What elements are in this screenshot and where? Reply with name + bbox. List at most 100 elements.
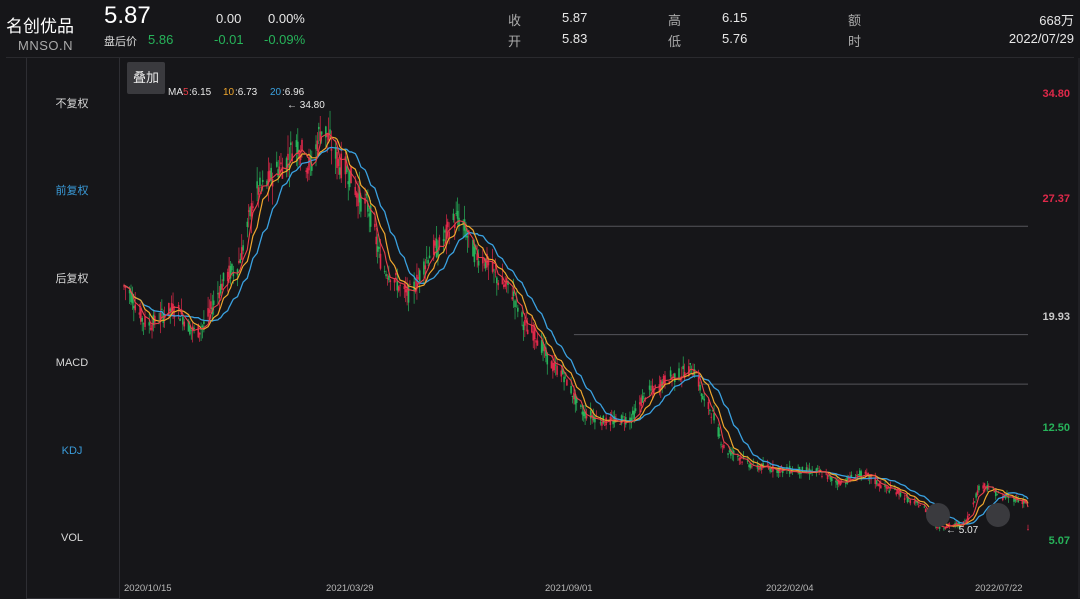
candle-body (811, 469, 813, 471)
candle-body (305, 170, 308, 172)
candle-body (1022, 501, 1025, 504)
candle-body (212, 300, 215, 306)
overlay-button[interactable]: 叠加 (127, 62, 165, 94)
candle-body (589, 410, 592, 419)
candle-body (720, 444, 722, 446)
candle-body (182, 317, 184, 325)
candle-body (473, 246, 476, 263)
candle-body (385, 274, 387, 277)
candle-body (531, 325, 533, 333)
candle-body (573, 392, 575, 400)
candle-body (423, 261, 425, 275)
candle-body (329, 129, 331, 134)
candle-body (955, 522, 958, 524)
candle-body (877, 484, 879, 487)
candle-body (532, 331, 535, 341)
candle-body (389, 280, 392, 283)
candle-body (801, 466, 804, 473)
candle-body (428, 255, 431, 259)
candle-body (702, 396, 704, 400)
candle-body (571, 395, 574, 398)
candle-body (247, 210, 250, 212)
candle-body (138, 312, 141, 315)
candle-body (142, 323, 145, 325)
candle-body (239, 259, 242, 263)
candle-body (306, 168, 309, 174)
candle-body (566, 379, 568, 386)
candle-body (315, 144, 317, 150)
candle-body (634, 408, 637, 412)
candle-body (669, 370, 672, 377)
candle-body (325, 126, 327, 138)
candle-body (496, 277, 498, 284)
candle-body (193, 327, 195, 330)
candle-body (316, 140, 319, 151)
y-label-19-93: 19.93 (1042, 311, 1070, 323)
candle-body (919, 504, 921, 506)
candle-body (641, 395, 644, 403)
candle-body (378, 247, 380, 249)
candle-body (261, 179, 264, 182)
candle-body (483, 264, 485, 266)
candle-body (703, 398, 706, 401)
candle-body (689, 362, 692, 365)
candle-body (134, 304, 137, 311)
candle-body (240, 247, 243, 260)
candle-body (242, 245, 244, 251)
candle-body (825, 473, 827, 475)
candle-body (964, 520, 966, 522)
candle-body (738, 458, 741, 461)
candle-body (563, 376, 565, 383)
candle-body (552, 362, 554, 372)
candle-body (723, 444, 725, 448)
candle-body (434, 241, 436, 246)
candle-body (713, 413, 715, 421)
candle-body (198, 332, 201, 335)
candle-body (982, 485, 984, 489)
ma10-key: 10 (223, 87, 235, 98)
candle-body (493, 269, 495, 271)
candle-body (709, 409, 711, 411)
candle-body (417, 277, 420, 279)
candle-body (943, 528, 945, 530)
candle-body (179, 318, 181, 321)
candle-body (599, 422, 602, 424)
candle-body (318, 126, 320, 130)
candle-body (368, 213, 371, 217)
max-price-marker: ← 34.80 (287, 100, 325, 111)
crosshair-handle-right[interactable] (986, 503, 1010, 527)
candle-body (161, 308, 163, 310)
y-label-5-07: 5.07 (1048, 535, 1070, 547)
candle-body (504, 283, 507, 287)
candle-body (923, 506, 926, 508)
candle-body (829, 476, 832, 480)
candle-body (917, 506, 920, 508)
min-price-marker: ← 5.07 (946, 525, 979, 536)
candle-body (203, 321, 205, 324)
candle-body (710, 416, 713, 418)
candle-body (651, 385, 654, 391)
candle-body (749, 464, 752, 468)
candle-body (521, 312, 523, 317)
candle-body (219, 284, 222, 294)
candle-body (424, 265, 427, 270)
max-price-value: 34.80 (299, 100, 325, 111)
candle-body (864, 471, 867, 474)
candle-body (619, 424, 621, 425)
candle-body (654, 385, 656, 387)
candle-body (983, 483, 986, 488)
crosshair-handle-left[interactable] (926, 503, 950, 527)
candle-body (456, 210, 459, 219)
candle-body (374, 223, 376, 228)
candle-body (348, 171, 351, 188)
candle-body (973, 501, 976, 503)
candle-body (277, 169, 279, 177)
candle-body (396, 281, 399, 291)
candle-body (767, 467, 770, 469)
candle-body (996, 494, 998, 496)
candle-body (857, 474, 860, 475)
candle-body (238, 260, 240, 263)
ma-legend-prefix: MA (168, 87, 183, 98)
candle-body (623, 422, 626, 424)
candle-body (217, 293, 219, 295)
